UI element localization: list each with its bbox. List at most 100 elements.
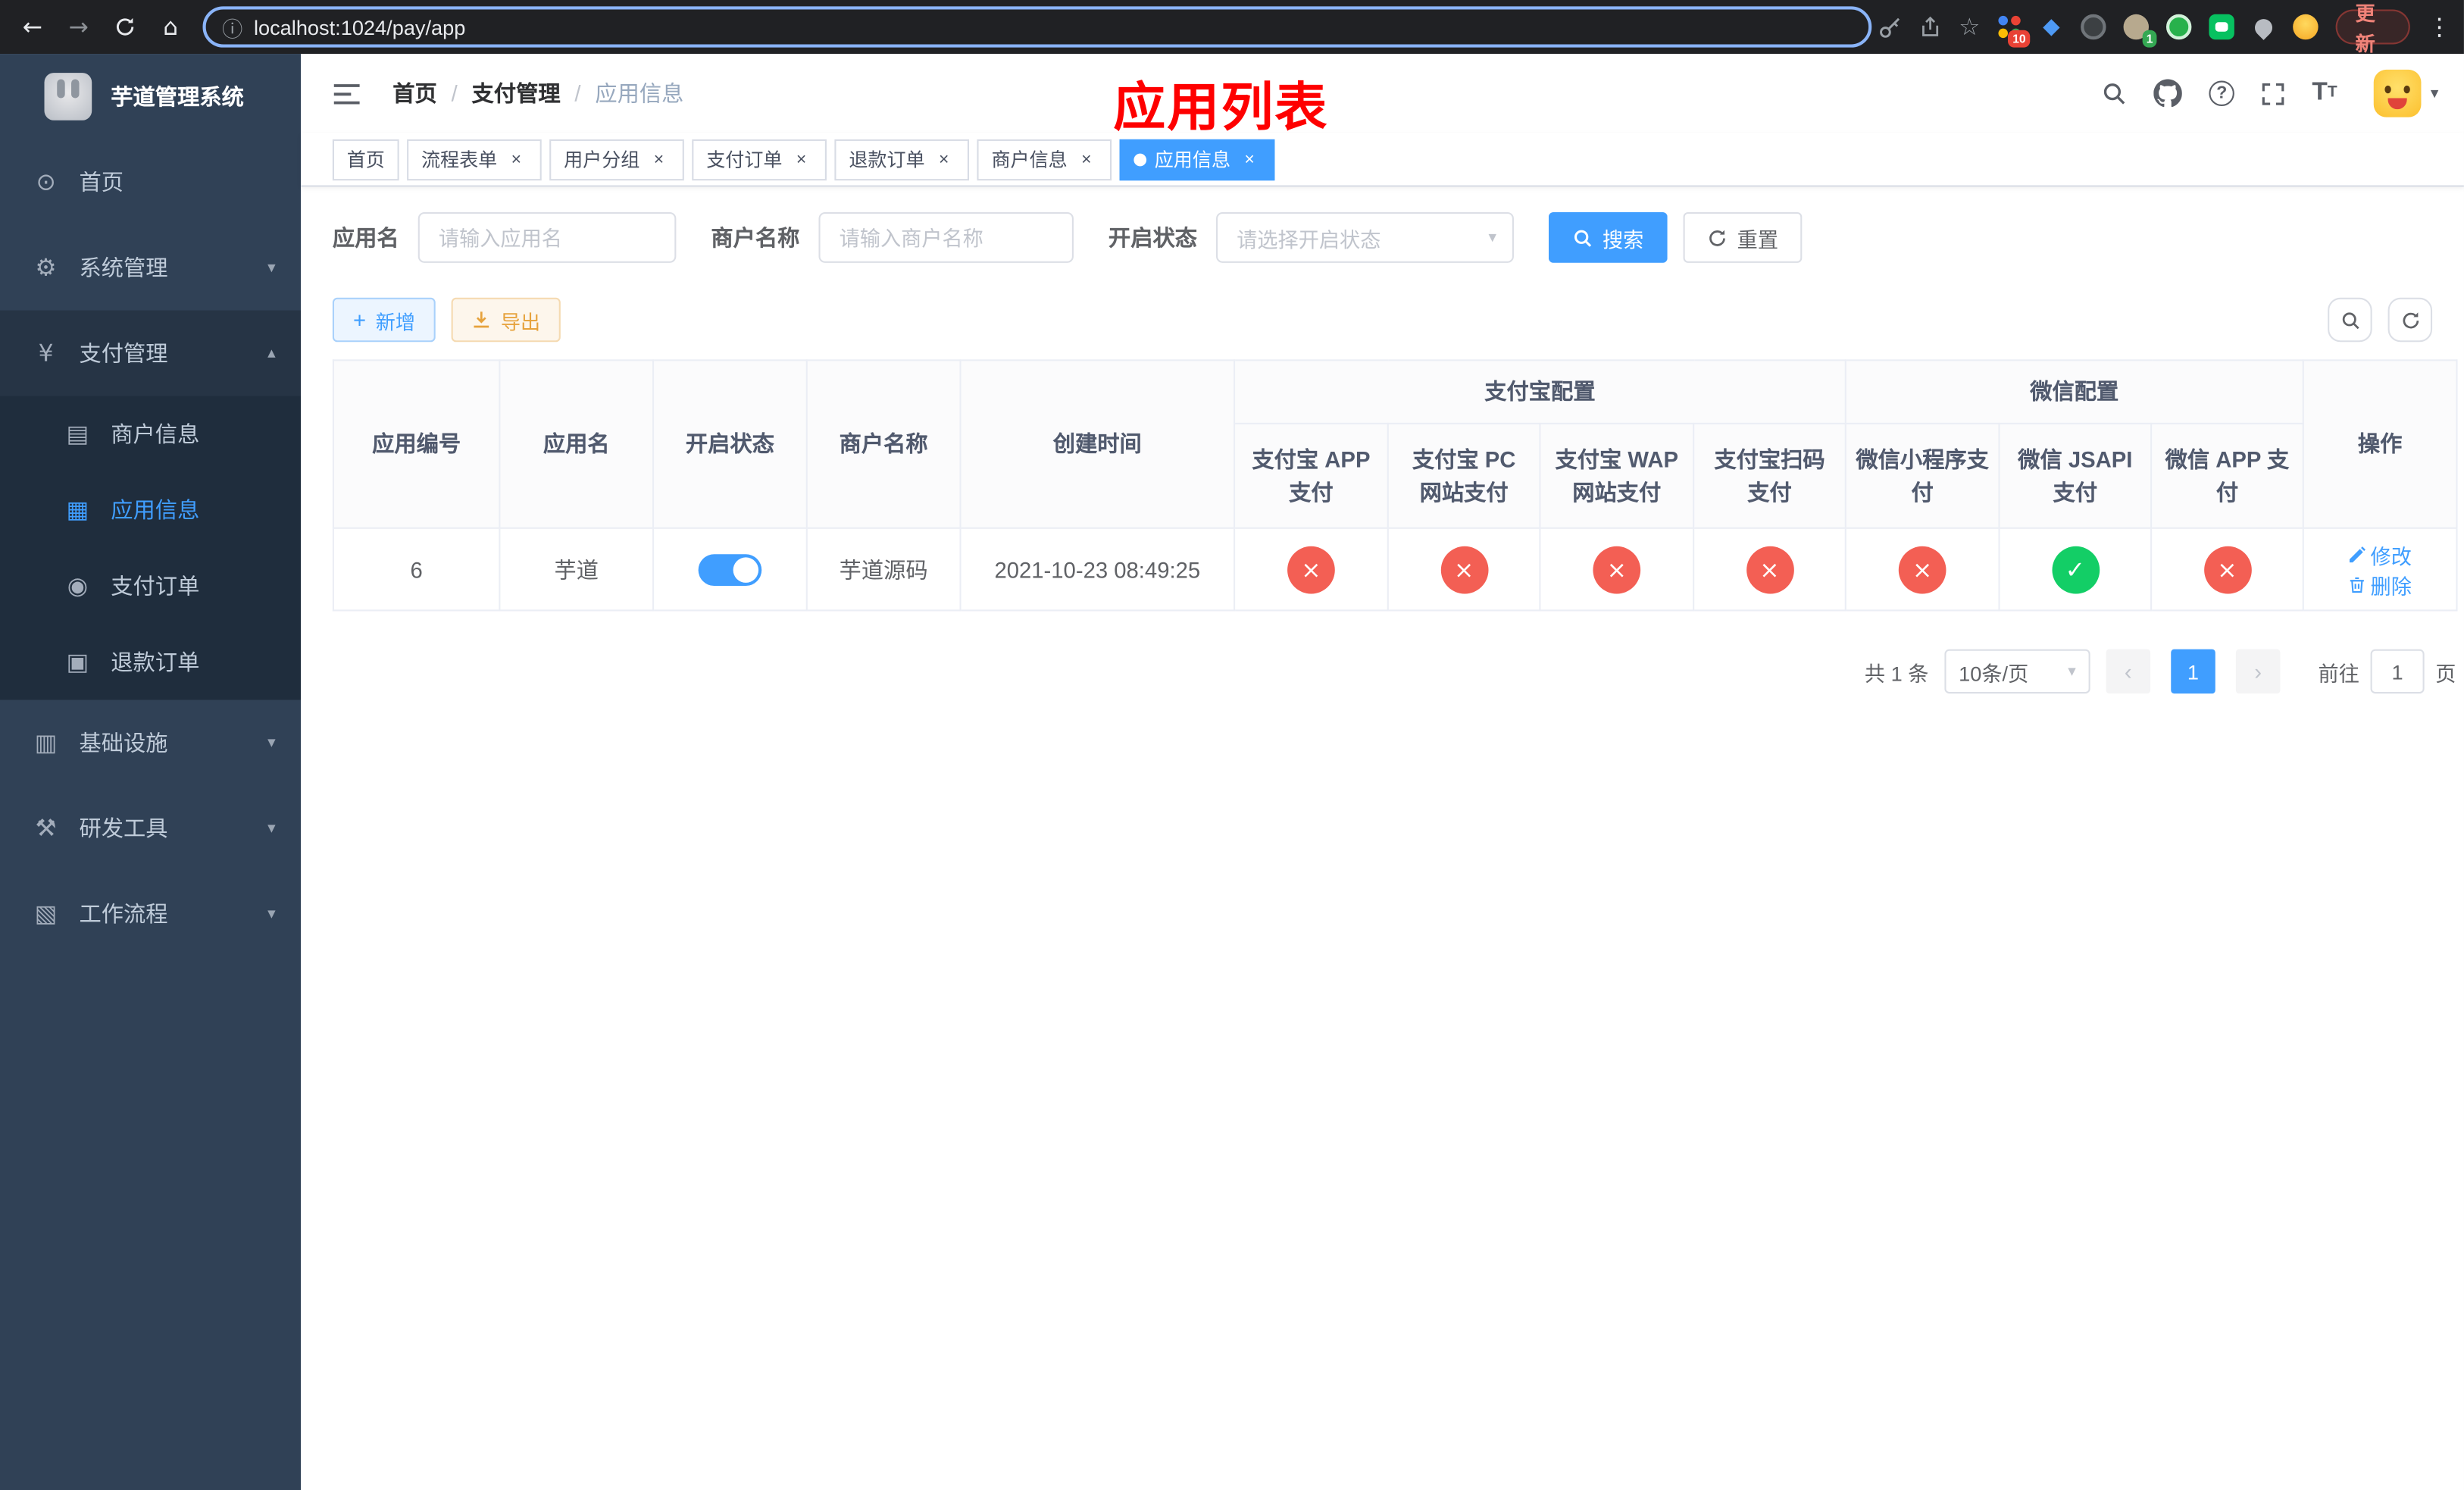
merchant-name-input[interactable]: [818, 211, 1074, 263]
tab-process-form[interactable]: 流程表单 ×: [407, 138, 542, 180]
pagination: 共 1 条 10条/页 ▾ ‹ 1 › 前往 页: [333, 649, 2456, 694]
search-button[interactable]: 搜索: [1548, 211, 1668, 263]
tab-refund-order[interactable]: 退款订单 ×: [834, 138, 970, 180]
chrome-update-button[interactable]: 更新: [2336, 3, 2410, 55]
status-select[interactable]: 请选择开启状态 ▾: [1216, 211, 1514, 263]
extension-chat-glyph: [2209, 14, 2235, 40]
close-icon[interactable]: ×: [648, 148, 670, 170]
close-icon[interactable]: ×: [933, 148, 955, 170]
reset-button[interactable]: 重置: [1683, 211, 1803, 263]
breadcrumb-separator: /: [574, 80, 581, 106]
sidebar-toggle-icon[interactable]: [327, 82, 367, 105]
search-icon[interactable]: [2101, 81, 2126, 106]
extension-gem-icon[interactable]: ◆: [2039, 14, 2063, 41]
sidebar-item-system[interactable]: ⚙ 系统管理 ▾: [0, 225, 301, 311]
col-merchant: 商户名称: [805, 359, 962, 529]
breadcrumb-home[interactable]: 首页: [392, 77, 437, 109]
chevron-down-icon: ▾: [1488, 228, 1496, 246]
sidebar-item-pay-order[interactable]: ◉ 支付订单: [0, 548, 301, 624]
toggle-search-button[interactable]: [2328, 297, 2372, 343]
sidebar-item-merchant-info[interactable]: ▤ 商户信息: [0, 396, 301, 471]
sidebar-item-label: 工作流程: [79, 900, 168, 927]
add-button[interactable]: + 新增: [332, 297, 436, 343]
fullscreen-icon[interactable]: [2262, 82, 2285, 105]
forward-icon[interactable]: →: [58, 6, 98, 47]
address-bar[interactable]: ⓘ localhost:1024/pay/app: [203, 6, 1872, 48]
tab-label: 首页: [346, 149, 385, 171]
sidebar-item-infrastructure[interactable]: ▥ 基础设施 ▾: [0, 700, 301, 785]
refresh-table-button[interactable]: [2387, 297, 2433, 343]
breadcrumb: 首页 / 支付管理 / 应用信息: [392, 77, 683, 109]
extension-pin-icon[interactable]: [2251, 14, 2277, 41]
pencil-icon: [2349, 546, 2366, 562]
chevron-down-icon: ▾: [2068, 662, 2076, 681]
merchant-card-icon: ▤: [66, 419, 89, 449]
tab-merchant-info[interactable]: 商户信息 ×: [977, 138, 1112, 180]
sidebar-item-dev-tools[interactable]: ⚒ 研发工具 ▾: [0, 785, 301, 871]
edit-link-label: 修改: [2370, 543, 2412, 568]
delete-link[interactable]: 删除: [2348, 569, 2412, 599]
edit-link[interactable]: 修改: [2348, 539, 2412, 569]
browser-toolbar: ← → ⌂ ⓘ localhost:1024/pay/app ☆ 10 ◆ 1 …: [0, 0, 2464, 55]
sidebar-item-workflow[interactable]: ▧ 工作流程 ▾: [0, 871, 301, 956]
site-info-icon[interactable]: ⓘ: [222, 12, 242, 42]
goto-suffix: 页: [2435, 661, 2456, 685]
extension-avatar-icon[interactable]: 1: [2123, 14, 2157, 47]
status-toggle[interactable]: [698, 553, 762, 585]
page-1-button[interactable]: 1: [2171, 649, 2215, 694]
breadcrumb-current: 应用信息: [595, 80, 684, 106]
download-icon: [474, 311, 489, 328]
app-name-label: 应用名: [332, 224, 399, 251]
col-wx-mini: 微信小程序支付: [1844, 422, 2000, 529]
extension-grid-icon[interactable]: 10: [1997, 14, 2030, 47]
tab-user-group[interactable]: 用户分组 ×: [549, 138, 684, 180]
search-form: 应用名 商户名称 开启状态 请选择开启状态 ▾: [332, 211, 2432, 263]
bookmark-star-icon[interactable]: ☆: [1959, 13, 1980, 42]
browser-home-icon[interactable]: ⌂: [151, 6, 190, 47]
col-alipay-wap: 支付宝 WAP 网站支付: [1539, 422, 1695, 529]
chevron-down-icon: ▾: [267, 734, 276, 752]
close-icon[interactable]: ×: [1239, 148, 1261, 170]
close-icon[interactable]: ×: [1075, 148, 1097, 170]
share-icon[interactable]: [1919, 16, 1941, 38]
browser-menu-icon[interactable]: ⋮: [2428, 13, 2451, 42]
tab-label: 支付订单: [706, 149, 783, 171]
sidebar-item-refund-order[interactable]: ▣ 退款订单: [0, 624, 301, 700]
extension-dark-icon[interactable]: [2081, 14, 2106, 41]
next-page-button[interactable]: ›: [2235, 649, 2281, 694]
sidebar-item-payment[interactable]: ¥ 支付管理 ▴: [0, 310, 302, 396]
back-icon[interactable]: ←: [13, 6, 52, 47]
tab-pay-order[interactable]: 支付订单 ×: [692, 138, 827, 180]
cell-actions: 修改 删除: [2302, 527, 2458, 612]
export-button[interactable]: 导出: [452, 297, 561, 343]
cell-app-name: 芋道: [499, 527, 655, 612]
font-size-icon[interactable]: TT: [2312, 80, 2337, 106]
tab-app-info[interactable]: 应用信息 ×: [1119, 138, 1275, 180]
col-wx-app: 微信 APP 支付: [2150, 422, 2304, 529]
extension-smiley-icon[interactable]: [2294, 14, 2319, 41]
cell-status: [652, 527, 808, 612]
browser-window: ← → ⌂ ⓘ localhost:1024/pay/app ☆ 10 ◆ 1 …: [0, 0, 2464, 1490]
pin-glyph: [2251, 14, 2277, 39]
user-menu[interactable]: ▾: [2373, 69, 2438, 117]
sidebar-item-home[interactable]: ⊙ 首页: [0, 139, 301, 225]
password-key-icon[interactable]: [1878, 15, 1902, 39]
page-size-select[interactable]: 10条/页 ▾: [1944, 649, 2090, 694]
extension-chat-icon[interactable]: [2209, 14, 2235, 41]
reload-icon[interactable]: [105, 6, 144, 47]
github-icon[interactable]: [2153, 79, 2183, 108]
page-content: 应用名 商户名称 开启状态 请选择开启状态 ▾: [301, 187, 2464, 1490]
infrastructure-icon: ▥: [34, 728, 58, 757]
breadcrumb-payment[interactable]: 支付管理: [472, 77, 561, 109]
extension-green-circle-icon[interactable]: [2166, 14, 2192, 41]
close-icon[interactable]: ×: [790, 148, 812, 170]
goto-page-input[interactable]: [2370, 649, 2425, 694]
sidebar-item-app-info[interactable]: ▦ 应用信息: [0, 472, 301, 548]
close-icon[interactable]: ×: [505, 148, 527, 170]
sidebar-item-label: 系统管理: [79, 255, 168, 280]
prev-page-button[interactable]: ‹: [2106, 649, 2151, 694]
tab-home[interactable]: 首页: [332, 138, 399, 180]
app-name-input[interactable]: [417, 211, 677, 263]
cell-create-time: 2021-10-23 08:49:25: [959, 527, 1236, 612]
help-icon[interactable]: ?: [2209, 80, 2235, 106]
